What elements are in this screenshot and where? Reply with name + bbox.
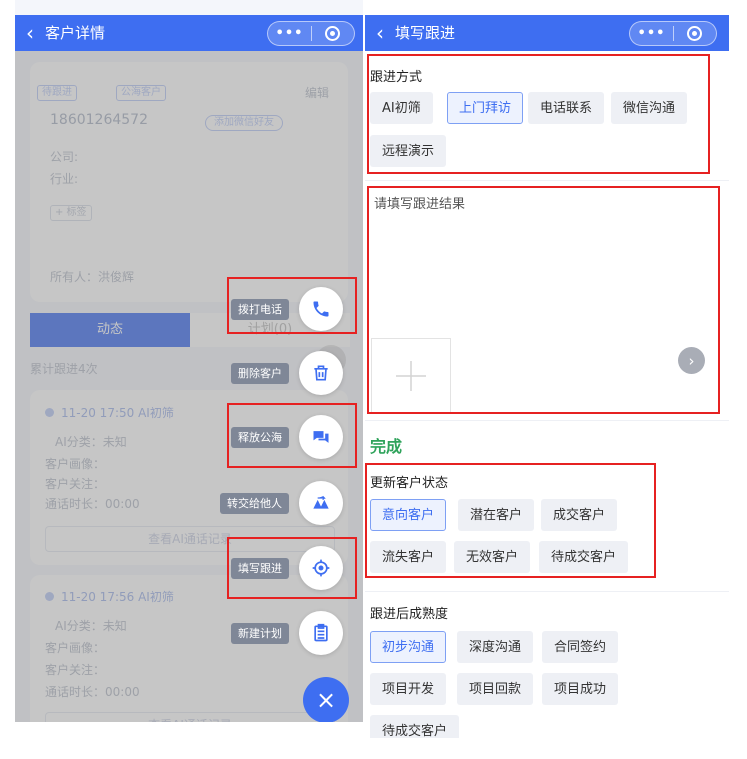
more-menu-button[interactable]: ••• — [268, 22, 311, 45]
maturity-option[interactable]: 待成交客户 — [370, 715, 460, 738]
status-option[interactable]: 成交客户 — [541, 499, 618, 531]
back-icon[interactable]: ‹ — [15, 15, 45, 51]
method-option[interactable]: 远程演示 — [370, 135, 447, 167]
close-mini-program-button[interactable] — [674, 26, 716, 41]
menu-label: 释放公海 — [231, 426, 289, 448]
menu-label: 转交给他人 — [220, 492, 289, 514]
done-button[interactable]: 完成 — [370, 433, 402, 457]
method-option[interactable]: 电话联系 — [528, 92, 605, 124]
menu-item-delete[interactable]: 删除客户 — [231, 351, 343, 395]
chat-bubbles-icon[interactable] — [299, 415, 343, 459]
maturity-option[interactable]: 项目成功 — [542, 673, 619, 705]
nav-bar: ‹ 客户详情 ••• — [15, 15, 363, 51]
maturity-option[interactable]: 项目回款 — [457, 673, 534, 705]
mini-program-capsule: ••• — [629, 21, 717, 46]
method-option-selected[interactable]: 上门拜访 — [447, 92, 524, 124]
maturity-section-title: 跟进后成熟度 — [370, 607, 449, 622]
status-option-selected[interactable]: 意向客户 — [370, 499, 447, 531]
customer-detail-screen: ‹ 客户详情 ••• 待跟进 公海客户 编辑 18601264572 添加微信好… — [15, 0, 363, 722]
menu-label: 新建计划 — [231, 622, 289, 644]
menu-item-transfer[interactable]: 转交给他人 — [220, 481, 343, 525]
status-option[interactable]: 潜在客户 — [458, 499, 535, 531]
divider — [365, 420, 729, 421]
status-option[interactable]: 无效客户 — [454, 541, 531, 573]
trash-icon[interactable] — [299, 351, 343, 395]
followup-form-screen: ‹ 填写跟进 ••• 跟进方式 AI初筛 上门拜访 电话联系 微信沟通 远程演示… — [365, 0, 729, 738]
page-title: 填写跟进 — [395, 24, 456, 42]
status-option[interactable]: 待成交客户 — [539, 541, 629, 573]
nav-bar: ‹ 填写跟进 ••• — [365, 15, 729, 51]
menu-item-release[interactable]: 释放公海 — [231, 415, 343, 459]
more-menu-button[interactable]: ••• — [630, 22, 673, 45]
menu-item-followup[interactable]: 填写跟进 — [231, 546, 343, 590]
method-section-title: 跟进方式 — [370, 70, 423, 85]
close-icon: × — [315, 686, 337, 714]
clipboard-list-icon[interactable] — [299, 611, 343, 655]
menu-item-new-plan[interactable]: 新建计划 — [231, 611, 343, 655]
menu-label: 删除客户 — [231, 362, 289, 384]
transfer-people-icon[interactable] — [299, 481, 343, 525]
menu-label: 填写跟进 — [231, 557, 289, 579]
maturity-option[interactable]: 项目开发 — [370, 673, 447, 705]
status-option[interactable]: 流失客户 — [370, 541, 447, 573]
divider — [365, 180, 729, 181]
chevron-right-icon[interactable]: › — [678, 347, 705, 374]
target-icon[interactable] — [299, 546, 343, 590]
close-menu-button[interactable]: × — [303, 677, 349, 722]
divider — [365, 591, 729, 592]
plus-icon — [396, 360, 426, 391]
method-option[interactable]: 微信沟通 — [611, 92, 688, 124]
maturity-option[interactable]: 合同签约 — [542, 631, 619, 663]
maturity-option-selected[interactable]: 初步沟通 — [370, 631, 447, 663]
upload-image-button[interactable] — [371, 338, 451, 413]
close-mini-program-button[interactable] — [312, 26, 354, 41]
maturity-option[interactable]: 深度沟通 — [457, 631, 534, 663]
target-circle-icon — [687, 26, 703, 41]
phone-icon[interactable] — [299, 287, 343, 331]
page-title: 客户详情 — [45, 24, 106, 42]
menu-item-call[interactable]: 拨打电话 — [231, 287, 343, 331]
target-circle-icon — [325, 26, 341, 41]
mini-program-capsule: ••• — [267, 21, 355, 46]
menu-label: 拨打电话 — [231, 298, 289, 320]
method-option[interactable]: AI初筛 — [370, 92, 433, 124]
textarea-placeholder: 请填写跟进结果 — [374, 197, 466, 212]
back-icon[interactable]: ‹ — [365, 15, 395, 51]
status-section-title: 更新客户状态 — [370, 476, 449, 491]
